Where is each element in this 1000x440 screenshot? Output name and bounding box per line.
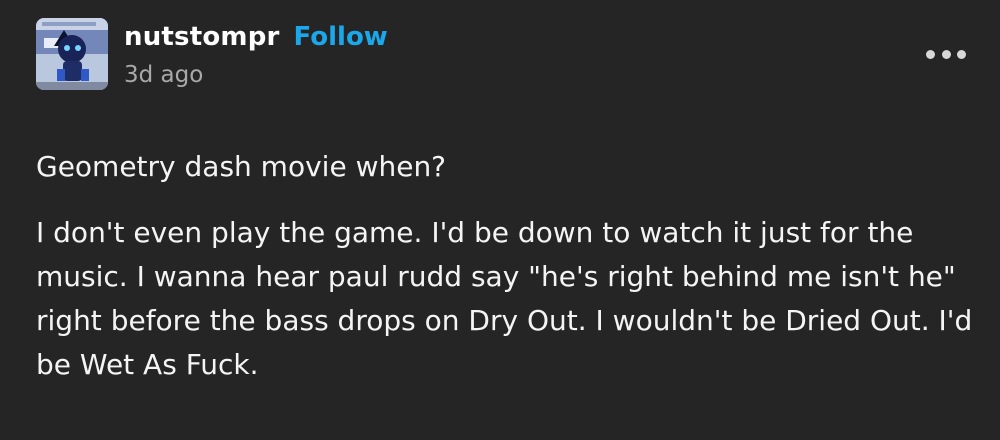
post-header: nutstompr Follow 3d ago: [36, 18, 966, 94]
post-body: Geometry dash movie when? I don't even p…: [36, 145, 976, 387]
more-horizontal-icon-dot: [957, 49, 966, 59]
more-horizontal-icon: [926, 49, 935, 59]
author-username[interactable]: nutstompr: [124, 22, 280, 52]
post-paragraph-2: I don't even play the game. I'd be down …: [36, 216, 973, 381]
author-line: nutstompr Follow: [124, 22, 388, 58]
post-timestamp: 3d ago: [124, 62, 204, 88]
post-card: nutstompr Follow 3d ago Geometry dash mo…: [0, 0, 1000, 440]
post-paragraph-1: Geometry dash movie when?: [36, 150, 447, 183]
more-horizontal-icon-dot: [941, 49, 951, 59]
follow-button[interactable]: Follow: [294, 22, 388, 52]
author-avatar[interactable]: [36, 18, 108, 90]
more-options-button[interactable]: [926, 44, 966, 64]
avatar-image: [36, 18, 108, 90]
